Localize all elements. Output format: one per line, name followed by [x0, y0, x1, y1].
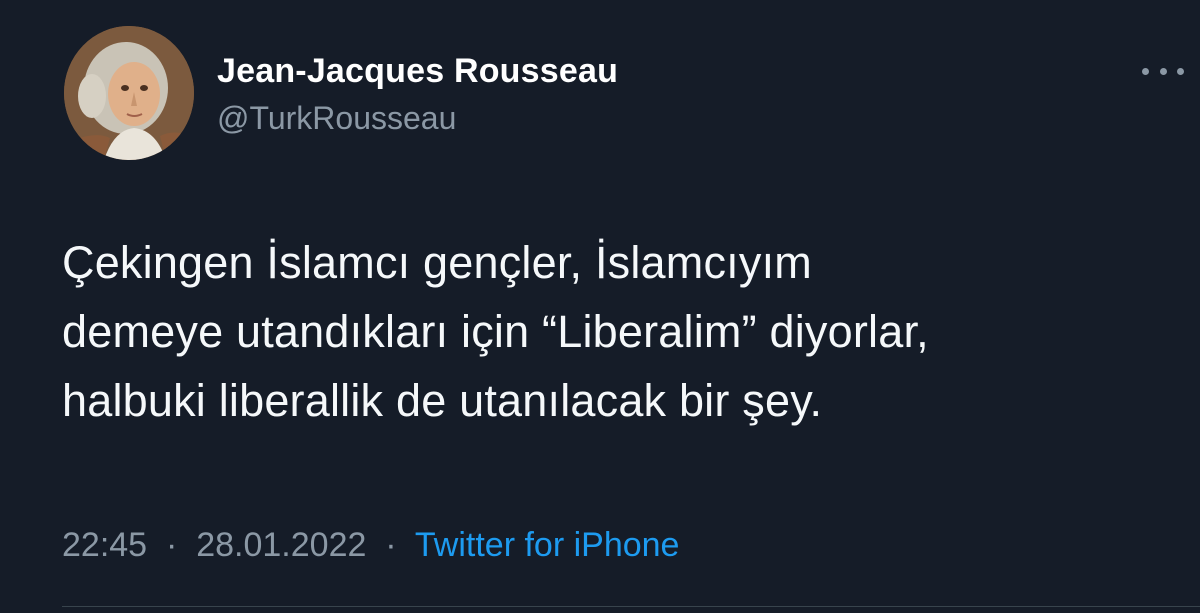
tweet-meta: 22:45 · 28.01.2022 · Twitter for iPhone	[62, 526, 679, 565]
divider	[62, 606, 1200, 607]
tweet-text: Çekingen İslamcı gençler, İslamcıyım dem…	[62, 228, 1192, 435]
author-name[interactable]: Jean-Jacques Rousseau	[217, 52, 618, 91]
tweet-text-line: halbuki liberallik de utanılacak bir şey…	[62, 375, 823, 426]
author-handle[interactable]: @TurkRousseau	[217, 100, 456, 137]
tweet-date[interactable]: 28.01.2022	[196, 526, 366, 564]
dot	[1142, 67, 1149, 75]
tweet-time[interactable]: 22:45	[62, 526, 147, 564]
tweet-card: Jean-Jacques Rousseau @TurkRousseau Çeki…	[0, 0, 1200, 613]
tweet-text-line: demeye utandıkları için “Liberalim” diyo…	[62, 306, 929, 357]
avatar[interactable]	[64, 26, 194, 160]
portrait-icon	[64, 26, 194, 160]
meta-separator: ·	[375, 526, 407, 564]
tweet-text-line: Çekingen İslamcı gençler, İslamcıyım	[62, 237, 812, 288]
more-options-icon[interactable]	[1138, 56, 1188, 86]
dot	[1159, 67, 1167, 75]
tweet-source-link[interactable]: Twitter for iPhone	[415, 526, 680, 564]
dot	[1177, 67, 1184, 75]
meta-separator: ·	[156, 526, 187, 564]
